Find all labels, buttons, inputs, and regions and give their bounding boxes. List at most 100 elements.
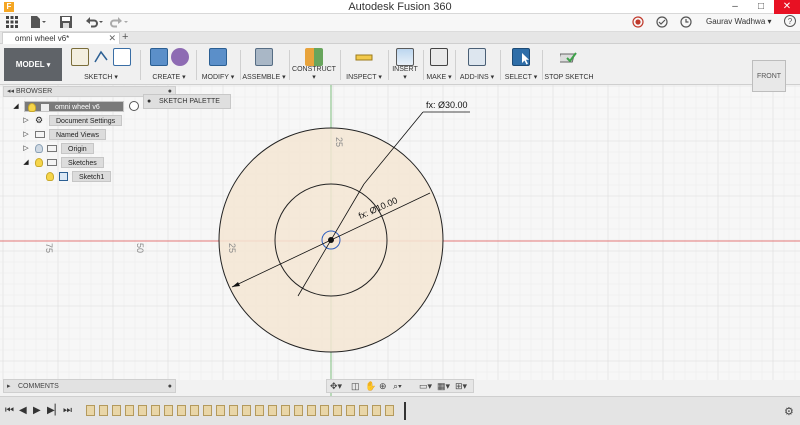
timeline-feature[interactable]: [359, 405, 368, 416]
expand-toggle-icon[interactable]: ◢: [22, 157, 30, 168]
expand-toggle-icon[interactable]: ▷: [22, 129, 30, 140]
redo-icon[interactable]: [110, 16, 130, 30]
expand-toggle-icon[interactable]: ▷: [22, 143, 30, 154]
grid-settings-icon[interactable]: ▦▾: [437, 381, 450, 392]
inspect-group[interactable]: INSPECT ▾: [342, 46, 386, 83]
visibility-bulb-icon[interactable]: [35, 158, 43, 167]
press-pull-icon[interactable]: [209, 48, 227, 66]
workspace-switcher[interactable]: MODEL ▾: [4, 48, 62, 81]
timeline-feature[interactable]: [385, 405, 394, 416]
timeline-settings-gear-icon[interactable]: ⚙: [784, 405, 794, 418]
timeline-feature[interactable]: [372, 405, 381, 416]
play-icon[interactable]: ▶: [33, 405, 41, 416]
stop-sketch-icon[interactable]: [557, 48, 578, 66]
save-icon[interactable]: [60, 16, 72, 30]
visibility-bulb-icon[interactable]: [46, 172, 54, 181]
visibility-bulb-icon[interactable]: [35, 144, 43, 153]
timeline-feature[interactable]: [346, 405, 355, 416]
scripts-addins-icon[interactable]: [468, 48, 486, 66]
offset-plane-icon[interactable]: [305, 48, 323, 66]
stop-sketch-group[interactable]: STOP SKETCH: [544, 46, 594, 83]
document-tab-close-icon[interactable]: ✕: [108, 33, 116, 44]
timeline-feature[interactable]: [333, 405, 342, 416]
timeline-feature[interactable]: [138, 405, 147, 416]
timeline-feature[interactable]: [190, 405, 199, 416]
display-settings-icon[interactable]: ▭▾: [419, 381, 432, 392]
file-menu-icon[interactable]: [30, 16, 46, 30]
pin-icon[interactable]: ●: [168, 380, 172, 393]
modify-group[interactable]: MODIFY ▾: [198, 46, 238, 83]
browser-item-sketch1[interactable]: Sketch1: [44, 171, 144, 182]
select-group[interactable]: SELECT ▾: [502, 46, 540, 83]
step-forward-icon[interactable]: ▶▏: [47, 405, 62, 416]
look-at-icon[interactable]: ◫: [351, 381, 360, 392]
collapse-comments-icon[interactable]: ▸: [7, 380, 11, 393]
line-icon[interactable]: [92, 48, 110, 66]
measure-icon[interactable]: [355, 48, 373, 66]
expand-toggle-icon[interactable]: ◢: [12, 101, 20, 112]
make-group[interactable]: MAKE ▾: [425, 46, 453, 83]
timeline-feature[interactable]: [99, 405, 108, 416]
browser-item-origin[interactable]: ▷ Origin: [22, 143, 132, 154]
pan-icon[interactable]: ✋: [365, 381, 376, 392]
data-panel-grid-icon[interactable]: [6, 16, 18, 30]
browser-root-node[interactable]: ◢ omni wheel v6: [12, 101, 139, 112]
undo-icon[interactable]: [84, 16, 104, 30]
maximize-button[interactable]: □: [748, 0, 774, 14]
browser-item-named-views[interactable]: ▷ Named Views: [22, 129, 132, 140]
comments-panel[interactable]: ▸ COMMENTS ●: [3, 379, 176, 393]
sketch-palette-panel[interactable]: ● SKETCH PALETTE: [143, 94, 231, 109]
expand-toggle-icon[interactable]: ▷: [22, 115, 30, 126]
timeline-marker[interactable]: [404, 402, 406, 420]
insert-group[interactable]: INSERT ▾: [390, 46, 420, 83]
activate-radio-icon[interactable]: [129, 101, 139, 111]
browser-item-sketches[interactable]: ◢ Sketches: [22, 157, 132, 168]
browser-item-document-settings[interactable]: ▷ ⚙ Document Settings: [22, 115, 132, 126]
go-to-end-icon[interactable]: ⏭: [63, 405, 72, 416]
extrude-icon[interactable]: [149, 48, 168, 66]
sketch-group[interactable]: SKETCH ▾: [66, 46, 136, 83]
timeline-feature[interactable]: [229, 405, 238, 416]
timeline-feature[interactable]: [242, 405, 251, 416]
addins-group[interactable]: ADD-INS ▾: [457, 46, 497, 83]
job-status-icon[interactable]: [656, 16, 668, 30]
timeline-feature[interactable]: [112, 405, 121, 416]
visibility-bulb-icon[interactable]: [28, 103, 36, 112]
timeline-feature[interactable]: [151, 405, 160, 416]
go-to-start-icon[interactable]: ⏮: [5, 405, 14, 416]
user-account-menu[interactable]: Gaurav Wadhwa ▾: [706, 17, 772, 26]
timeline-feature[interactable]: [320, 405, 329, 416]
new-tab-button[interactable]: +: [122, 31, 128, 43]
timeline-feature[interactable]: [268, 405, 277, 416]
3d-print-icon[interactable]: [430, 48, 448, 66]
viewports-icon[interactable]: ⊞▾: [455, 381, 467, 392]
select-cursor-icon[interactable]: [512, 48, 530, 66]
document-tab[interactable]: omni wheel v6* ✕: [2, 32, 120, 44]
timeline-feature[interactable]: [307, 405, 316, 416]
outer-diameter-label[interactable]: fx: Ø30.00: [426, 100, 468, 110]
timeline-feature[interactable]: [281, 405, 290, 416]
timeline-feature[interactable]: [164, 405, 173, 416]
zoom-icon[interactable]: ⊕: [379, 381, 387, 392]
timeline-feature[interactable]: [294, 405, 303, 416]
orbit-icon[interactable]: ✥▾: [330, 381, 342, 392]
timeline-feature[interactable]: [125, 405, 134, 416]
sphere-icon[interactable]: [170, 48, 189, 66]
timeline-feature[interactable]: [203, 405, 212, 416]
construct-group[interactable]: CONSTRUCT ▾: [291, 46, 337, 83]
collapse-browser-icon[interactable]: ◂◂: [7, 87, 14, 97]
record-icon[interactable]: [632, 16, 644, 30]
create-group[interactable]: CREATE ▾: [144, 46, 194, 83]
timeline-feature[interactable]: [177, 405, 186, 416]
insert-image-icon[interactable]: [396, 48, 414, 66]
step-back-icon[interactable]: ◀: [19, 405, 27, 416]
create-sketch-icon[interactable]: [71, 48, 89, 66]
viewcube[interactable]: FRONT: [752, 60, 786, 92]
assemble-group[interactable]: ASSEMBLE ▾: [242, 46, 286, 83]
timeline-feature[interactable]: [86, 405, 95, 416]
pin-icon[interactable]: ●: [147, 95, 151, 109]
clock-icon[interactable]: [680, 16, 692, 30]
help-icon[interactable]: ?: [784, 15, 796, 29]
minimize-button[interactable]: –: [722, 0, 748, 14]
zoom-window-icon[interactable]: ⌕▾: [393, 381, 402, 392]
